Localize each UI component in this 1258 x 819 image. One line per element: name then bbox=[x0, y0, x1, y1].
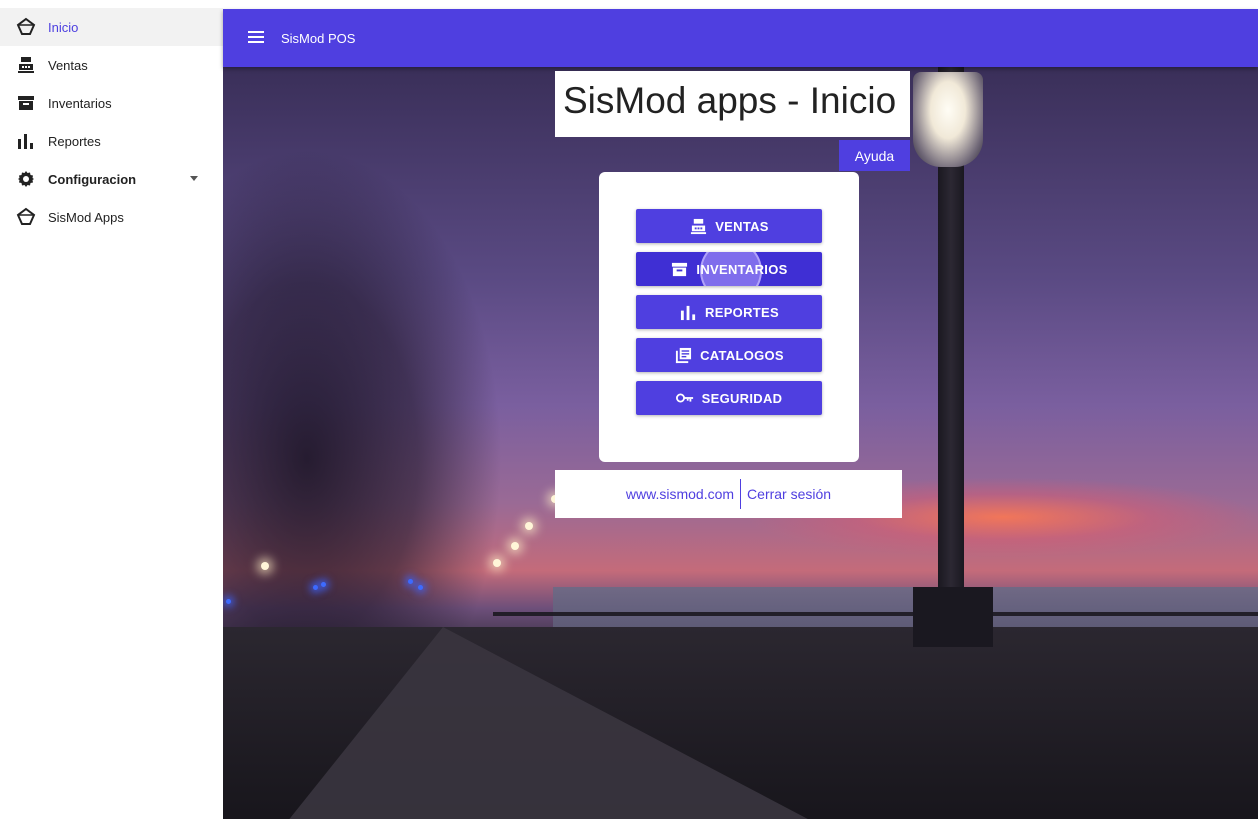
sidebar-item-label: Inventarios bbox=[48, 95, 112, 111]
sidebar-item-label: Configuracion bbox=[48, 171, 137, 187]
sidebar-item-label: Ventas bbox=[48, 57, 88, 73]
archive-icon bbox=[16, 93, 36, 113]
chevron-down-icon[interactable] bbox=[190, 176, 198, 181]
button-label: INVENTARIOS bbox=[696, 261, 788, 277]
sidebar-item-reportes[interactable]: Reportes bbox=[0, 122, 223, 160]
website-link[interactable]: www.sismod.com bbox=[620, 486, 740, 502]
sidebar-item-label: Reportes bbox=[48, 133, 101, 149]
button-label: VENTAS bbox=[715, 218, 769, 234]
sismod-logo-icon bbox=[16, 207, 36, 227]
button-label: REPORTES bbox=[705, 304, 779, 320]
app-bar: SisMod POS bbox=[223, 9, 1258, 67]
sidebar-item-inicio[interactable]: Inicio bbox=[0, 8, 223, 46]
seguridad-button[interactable]: SEGURIDAD bbox=[636, 381, 822, 415]
archive-icon bbox=[670, 260, 688, 278]
catalog-icon bbox=[674, 346, 692, 364]
page-title: SisMod apps - Inicio bbox=[563, 80, 897, 121]
sismod-logo-icon bbox=[16, 17, 36, 37]
button-label: SEGURIDAD bbox=[701, 390, 783, 406]
footer-links: www.sismod.com Cerrar sesión bbox=[555, 470, 902, 518]
sidebar-item-ventas[interactable]: Ventas bbox=[0, 46, 223, 84]
modules-card: VENTAS INVENTARIOS REPORTES CATALOGOS SE… bbox=[599, 172, 859, 462]
sidebar-item-inventarios[interactable]: Inventarios bbox=[0, 84, 223, 122]
bar-chart-icon bbox=[679, 303, 697, 321]
bar-chart-icon bbox=[16, 131, 36, 151]
logout-link[interactable]: Cerrar sesión bbox=[741, 486, 837, 502]
sidebar-item-configuracion[interactable]: Configuracion bbox=[0, 160, 223, 198]
sidebar-item-sismod-apps[interactable]: SisMod Apps bbox=[0, 198, 223, 236]
catalogos-button[interactable]: CATALOGOS bbox=[636, 338, 822, 372]
help-button[interactable]: Ayuda bbox=[839, 140, 910, 171]
cash-register-icon bbox=[16, 55, 36, 75]
sidebar-item-label: SisMod Apps bbox=[48, 209, 124, 225]
hamburger-menu-icon[interactable] bbox=[248, 31, 264, 43]
inventarios-button[interactable]: INVENTARIOS bbox=[636, 252, 822, 286]
cash-register-icon bbox=[689, 217, 707, 235]
page-title-box: SisMod apps - Inicio bbox=[555, 71, 910, 137]
ventas-button[interactable]: VENTAS bbox=[636, 209, 822, 243]
key-icon bbox=[675, 389, 694, 407]
gear-icon bbox=[16, 169, 36, 189]
reportes-button[interactable]: REPORTES bbox=[636, 295, 822, 329]
sidebar: Inicio Ventas Inventarios Reportes Confi… bbox=[0, 0, 223, 819]
button-label: CATALOGOS bbox=[700, 347, 784, 363]
app-title: SisMod POS bbox=[281, 31, 356, 46]
sidebar-item-label: Inicio bbox=[48, 19, 79, 35]
